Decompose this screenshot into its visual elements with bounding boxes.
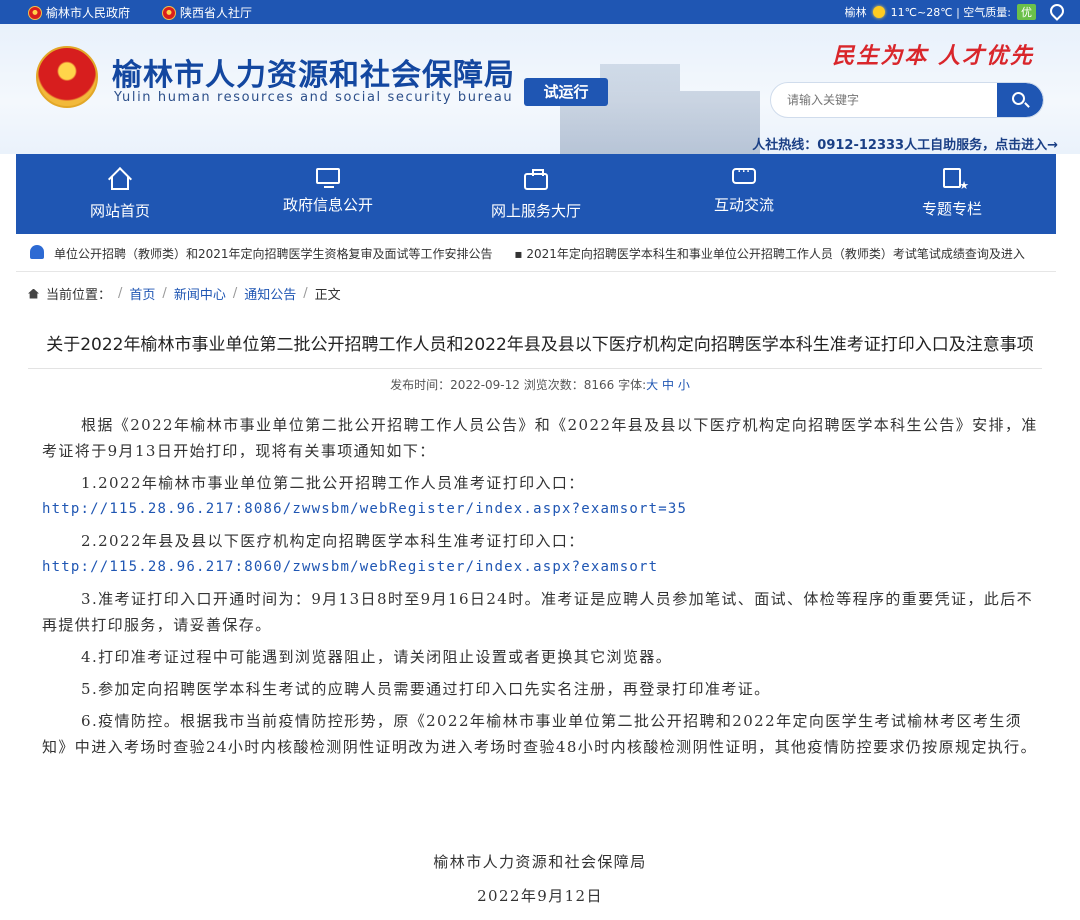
screen-icon: [316, 168, 340, 188]
divider: [28, 368, 1042, 369]
article-item-2-text: 2.2022年县及县以下医疗机构定向招聘医学本科生准考证打印入口：: [81, 532, 585, 550]
link-yulin-government-label: 榆林市人民政府: [46, 6, 131, 20]
article-meta-text: 发布时间：2022-09-12 浏览次数：8166 字体:: [390, 378, 647, 392]
article-item-6: 6.疫情防控。根据我市当前疫情防控形势，原《2022年榆林市事业单位第二批公开招…: [42, 712, 1037, 756]
link-shaanxi-hrss[interactable]: 陕西省人社厅: [162, 4, 252, 21]
news-ticker: 单位公开招聘（教师类）和2021年定向招聘医学生资格复审及面试等工作安排公告 ▪…: [16, 234, 1056, 272]
top-utility-bar: 榆林市人民政府 陕西省人社厅 榆林 11℃~28℃ | 空气质量: 优: [0, 0, 1080, 24]
hotline-link[interactable]: 人社热线：0912-12333人工自助服务，点击进入→: [752, 134, 1058, 153]
nav-item-online-service[interactable]: 网上服务大厅: [432, 154, 640, 234]
article-date: 2022年9月12日: [477, 887, 603, 905]
article-signature: 榆林市人力资源和社会保障局: [433, 853, 647, 871]
article-item-1-text: 1.2022年榆林市事业单位第二批公开招聘工作人员准考证打印入口：: [81, 474, 585, 492]
breadcrumb-home[interactable]: 首页: [129, 284, 155, 303]
emblem-icon: [162, 5, 176, 20]
nav-item-gov-info[interactable]: 政府信息公开: [224, 154, 432, 234]
ticker-item[interactable]: ▪ 2021年定向招聘医学本科生和事业单位公开招聘工作人员（教师类）考试笔试成绩…: [514, 247, 1025, 261]
nav-item-label: 网上服务大厅: [490, 202, 581, 220]
weather-text: 11℃~28℃ | 空气质量:: [890, 6, 1011, 19]
emblem-icon: [28, 5, 42, 20]
trial-run-badge: 试运行: [524, 78, 608, 106]
national-emblem-logo: [36, 46, 98, 108]
exam-print-link-2[interactable]: http://115.28.96.217:8060/zwwsbm/webRegi…: [42, 554, 1042, 580]
nav-item-label: 网站首页: [89, 202, 150, 220]
air-quality-badge: 优: [1017, 4, 1036, 20]
article-item-1: 1.2022年榆林市事业单位第二批公开招聘工作人员准考证打印入口： http:/…: [42, 470, 1042, 522]
article-intro: 根据《2022年榆林市事业单位第二批公开招聘工作人员公告》和《2022年县及县以…: [42, 416, 1038, 460]
breadcrumb: 当前位置： / 首页 / 新闻中心 / 通知公告 / 正文: [28, 284, 341, 303]
nav-item-interaction[interactable]: 互动交流: [640, 154, 848, 234]
document-star-icon: [943, 168, 969, 192]
home-icon: [28, 288, 39, 299]
breadcrumb-news-center[interactable]: 新闻中心: [174, 284, 226, 303]
breadcrumb-notices[interactable]: 通知公告: [244, 284, 296, 303]
bell-icon: [30, 245, 44, 259]
search-box: [770, 82, 1044, 118]
article-meta: 发布时间：2022-09-12 浏览次数：8166 字体:大 中 小: [0, 376, 1080, 393]
slogan: 民生为本 人才优先: [832, 43, 1034, 69]
search-button[interactable]: [997, 83, 1043, 117]
site-subtitle: Yulin human resources and social securit…: [114, 90, 514, 105]
breadcrumb-label: 当前位置：: [46, 288, 112, 303]
article-item-5: 5.参加定向招聘医学本科生考试的应聘人员需要通过打印入口先实名注册，再登录打印准…: [81, 680, 771, 698]
article-item-2: 2.2022年县及县以下医疗机构定向招聘医学本科生准考证打印入口： http:/…: [42, 528, 1042, 580]
weather-widget: 榆林 11℃~28℃ | 空气质量: 优: [845, 4, 1036, 20]
article-item-3: 3.准考证打印入口开通时间为：9月13日8时至9月16日24时。准考证是应聘人员…: [42, 590, 1034, 634]
nav-item-label: 互动交流: [713, 196, 774, 214]
chat-icon: [732, 164, 756, 184]
font-size-large[interactable]: 大: [646, 378, 658, 392]
briefcase-icon: [524, 169, 548, 190]
sun-icon: [872, 6, 885, 18]
link-yulin-government[interactable]: 榆林市人民政府: [28, 4, 130, 21]
nav-item-label: 政府信息公开: [282, 196, 373, 214]
home-icon: [111, 176, 129, 190]
search-input[interactable]: [771, 83, 999, 117]
font-size-medium[interactable]: 中: [662, 378, 674, 392]
article-title: 关于2022年榆林市事业单位第二批公开招聘工作人员和2022年县及县以下医疗机构…: [46, 335, 1034, 355]
breadcrumb-current: 正文: [314, 288, 341, 303]
main-nav: 网站首页 政府信息公开 网上服务大厅 互动交流 专题专栏: [16, 154, 1056, 234]
site-header: 榆林市人力资源和社会保障局 Yulin human resources and …: [0, 24, 1080, 154]
link-shaanxi-hrss-label: 陕西省人社厅: [180, 6, 253, 20]
font-size-small[interactable]: 小: [678, 378, 690, 392]
location-icon[interactable]: [1047, 1, 1067, 21]
weather-city: 榆林: [844, 6, 867, 19]
ticker-item[interactable]: 单位公开招聘（教师类）和2021年定向招聘医学生资格复审及面试等工作安排公告: [54, 247, 493, 261]
site-title[interactable]: 榆林市人力资源和社会保障局: [112, 50, 515, 94]
article-item-4: 4.打印准考证过程中可能遇到浏览器阻止，请关闭阻止设置或者更换其它浏览器。: [81, 648, 673, 666]
ticker-items: 单位公开招聘（教师类）和2021年定向招聘医学生资格复审及面试等工作安排公告 ▪…: [54, 245, 1043, 262]
nav-item-home[interactable]: 网站首页: [16, 154, 224, 234]
exam-print-link-1[interactable]: http://115.28.96.217:8086/zwwsbm/webRegi…: [42, 496, 1042, 522]
nav-item-label: 专题专栏: [921, 200, 982, 218]
nav-item-special-topics[interactable]: 专题专栏: [848, 154, 1056, 234]
article-body: 根据《2022年榆林市事业单位第二批公开招聘工作人员公告》和《2022年县及县以…: [42, 412, 1042, 766]
